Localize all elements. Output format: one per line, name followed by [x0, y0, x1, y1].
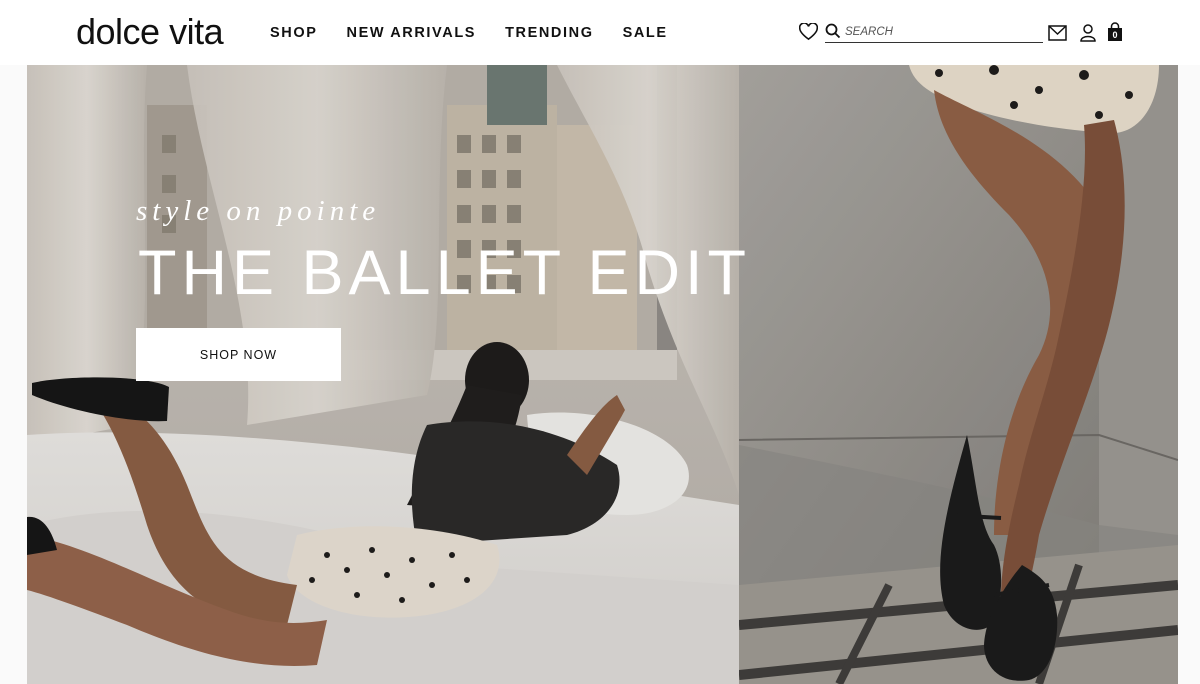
shop-now-button[interactable]: SHOP NOW	[136, 328, 341, 381]
nav-item-new-arrivals[interactable]: NEW ARRIVALS	[347, 24, 477, 42]
search-icon[interactable]	[825, 23, 841, 39]
user-icon[interactable]	[1080, 24, 1096, 42]
nav-item-trending[interactable]: TRENDING	[505, 24, 594, 42]
hero-tagline: style on pointe	[136, 195, 381, 227]
brand-logo[interactable]: dolce vita	[76, 10, 224, 54]
cart-count: 0	[1112, 30, 1118, 40]
nav-item-sale[interactable]: SALE	[623, 24, 668, 42]
mail-icon[interactable]	[1048, 25, 1067, 41]
search-bar	[825, 22, 1043, 43]
search-input[interactable]	[825, 23, 1035, 41]
main-nav: SHOP NEW ARRIVALS TRENDING SALE	[270, 24, 697, 42]
heart-icon[interactable]	[798, 22, 819, 41]
nav-item-shop[interactable]: SHOP	[270, 24, 318, 42]
hero-headline: THE BALLET EDIT	[138, 238, 751, 308]
site-header: dolce vita SHOP NEW ARRIVALS TRENDING SA…	[0, 0, 1200, 65]
bag-icon[interactable]: 0	[1107, 22, 1123, 42]
